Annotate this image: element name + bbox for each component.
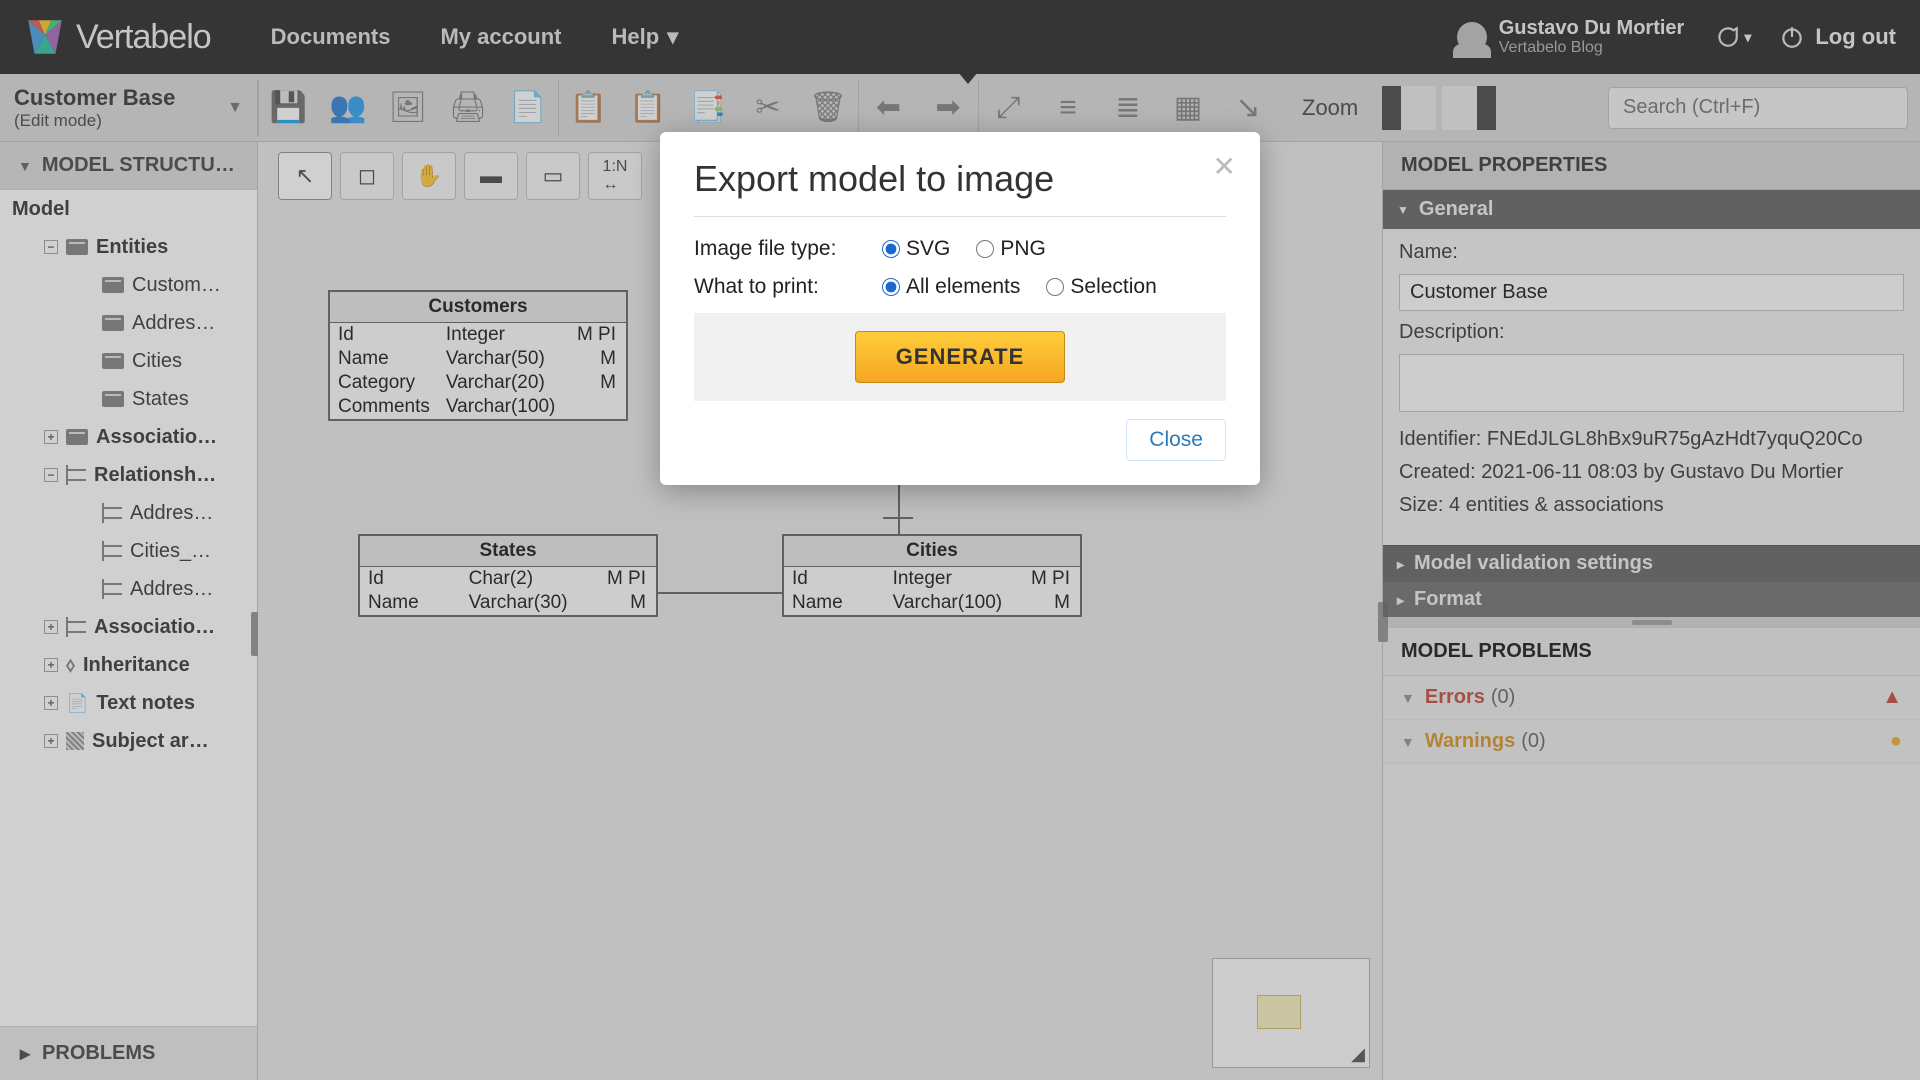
print-scope-label: What to print: [694,275,864,299]
radio-all-elements[interactable]: All elements [882,275,1020,299]
filetype-label: Image file type: [694,237,864,261]
radio-selection[interactable]: Selection [1046,275,1156,299]
modal-title: Export model to image [694,158,1226,217]
modal-backdrop: ✕ Export model to image Image file type:… [0,0,1920,1080]
close-button[interactable]: Close [1126,419,1226,461]
radio-png[interactable]: PNG [976,237,1046,261]
export-image-modal: ✕ Export model to image Image file type:… [660,132,1260,485]
radio-svg[interactable]: SVG [882,237,950,261]
generate-button[interactable]: GENERATE [855,331,1066,383]
close-icon[interactable]: ✕ [1213,150,1236,183]
